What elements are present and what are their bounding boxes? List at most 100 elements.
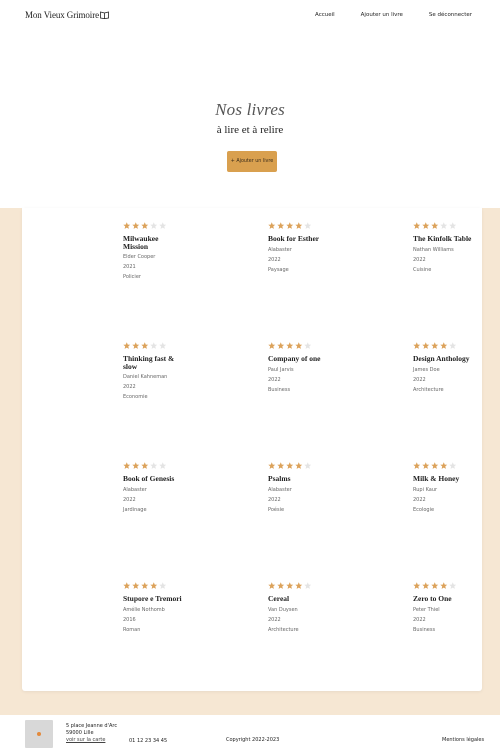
star-filled-icon: [141, 342, 149, 349]
rating-stars: [268, 582, 338, 590]
book-title: Book of Genesis: [123, 474, 175, 483]
book-genre: Architecture: [413, 386, 444, 393]
star-empty-icon: [159, 222, 167, 229]
book-logo-icon: [100, 11, 109, 21]
address-line-2: 59000 Lille: [66, 730, 94, 736]
star-empty-icon: [159, 462, 167, 469]
nav-link-deconnexion[interactable]: Se déconnecter: [429, 12, 472, 18]
star-filled-icon: [123, 462, 131, 469]
book-title: Milwaukee Mission: [123, 234, 159, 251]
book-author: Van Duysen: [268, 606, 298, 613]
book-year: 2022: [268, 496, 281, 503]
star-filled-icon: [431, 222, 439, 229]
book-card[interactable]: Company of one Paul Jarvis 2022 Business: [268, 342, 338, 393]
book-genre: Business: [413, 626, 436, 633]
footer: 5 place Jeanne d'Arc 59000 Lille voir su…: [0, 715, 500, 753]
map-thumbnail[interactable]: [25, 720, 53, 748]
star-filled-icon: [286, 582, 294, 589]
star-filled-icon: [422, 582, 430, 589]
star-filled-icon: [422, 342, 430, 349]
rating-stars: [123, 582, 193, 590]
book-card[interactable]: Cereal Van Duysen 2022 Architecture: [268, 582, 338, 633]
star-filled-icon: [132, 342, 140, 349]
book-year: 2022: [413, 616, 426, 623]
rating-stars: [123, 342, 193, 350]
star-filled-icon: [123, 582, 131, 589]
star-filled-icon: [150, 582, 158, 589]
site-logo[interactable]: Mon Vieux Grimoire: [25, 10, 109, 21]
book-card[interactable]: Milwaukee Mission Elder Cooper 2021 Policie…: [123, 222, 193, 280]
main-nav: Accueil Ajouter un livre Se déconnecter: [315, 12, 472, 18]
book-title: Milk & Honey: [413, 474, 460, 483]
star-filled-icon: [268, 582, 276, 589]
star-filled-icon: [295, 342, 303, 349]
star-filled-icon: [286, 222, 294, 229]
book-year: 2022: [268, 256, 281, 263]
book-card[interactable]: Zero to One Peter Thiel 2022 Business: [413, 582, 483, 633]
rating-stars: [123, 222, 193, 230]
book-card[interactable]: The Kinfolk Table Nathan Williams 2022 Cuis…: [413, 222, 483, 273]
book-card[interactable]: Psalms Alabaster 2022 Poésie: [268, 462, 338, 513]
nav-link-accueil[interactable]: Accueil: [315, 12, 335, 18]
book-title: Cereal: [268, 594, 290, 603]
rating-stars: [268, 462, 338, 470]
star-empty-icon: [304, 462, 312, 469]
star-filled-icon: [422, 462, 430, 469]
legal-link[interactable]: Mentions légales: [442, 737, 484, 743]
star-filled-icon: [277, 342, 285, 349]
star-empty-icon: [304, 582, 312, 589]
book-year: 2022: [413, 496, 426, 503]
book-author: Nathan Williams: [413, 246, 454, 253]
star-filled-icon: [413, 222, 421, 229]
book-author: Alabaster: [268, 486, 292, 493]
star-filled-icon: [295, 582, 303, 589]
page-subtitle: à lire et à relire: [216, 124, 284, 136]
book-year: 2022: [413, 256, 426, 263]
star-filled-icon: [277, 222, 285, 229]
rating-stars: [413, 582, 483, 590]
book-title: Book for Esther: [268, 234, 320, 243]
hero: Nos livres à lire et à relire: [0, 100, 500, 136]
book-card[interactable]: Thinking fast & slow Daniel Kahneman 2022 E…: [123, 342, 193, 400]
rating-stars: [268, 222, 338, 230]
star-filled-icon: [277, 462, 285, 469]
star-filled-icon: [431, 582, 439, 589]
book-author: Alabaster: [123, 486, 147, 493]
rating-stars: [413, 462, 483, 470]
map-link[interactable]: voir sur la carte: [66, 737, 117, 744]
book-card[interactable]: Stupore e Tremori Amélie Nothomb 2016 Roman: [123, 582, 193, 633]
star-filled-icon: [132, 582, 140, 589]
page-title: Nos livres: [215, 100, 285, 119]
star-filled-icon: [295, 462, 303, 469]
book-card[interactable]: Book of Genesis Alabaster 2022 Jardinage: [123, 462, 193, 513]
book-title: Stupore e Tremori: [123, 594, 182, 603]
rating-stars: [413, 222, 483, 230]
book-title: Company of one: [268, 354, 321, 363]
book-author: Daniel Kahneman: [123, 374, 168, 381]
book-card[interactable]: Book for Esther Alabaster 2022 Paysage: [268, 222, 338, 273]
star-empty-icon: [304, 222, 312, 229]
book-card[interactable]: Design Anthology James Doe 2022 Architectur…: [413, 342, 483, 393]
address-line-1: 5 place Jeanne d'Arc: [66, 723, 118, 729]
book-card[interactable]: Milk & Honey Rupi Kaur 2022 Ecologie: [413, 462, 483, 513]
book-genre: Paysage: [268, 266, 289, 273]
map-pin-icon: [37, 732, 41, 736]
star-empty-icon: [304, 342, 312, 349]
star-filled-icon: [123, 222, 131, 229]
nav-link-ajouter-livre[interactable]: Ajouter un livre: [361, 12, 403, 18]
book-title: The Kinfolk Table: [413, 234, 472, 243]
book-author: Amélie Nothomb: [123, 606, 165, 613]
book-genre: Roman: [123, 626, 141, 633]
star-filled-icon: [295, 222, 303, 229]
star-empty-icon: [150, 462, 158, 469]
star-empty-icon: [150, 222, 158, 229]
star-filled-icon: [440, 582, 448, 589]
header: Mon Vieux Grimoire Accueil Ajouter un li…: [0, 0, 500, 34]
star-filled-icon: [132, 222, 140, 229]
add-book-button[interactable]: + Ajouter un livre: [227, 151, 277, 172]
book-genre: Jardinage: [123, 506, 147, 513]
book-author: Elder Cooper: [123, 254, 156, 261]
star-empty-icon: [449, 222, 457, 229]
book-year: 2022: [413, 376, 426, 383]
star-empty-icon: [449, 342, 457, 349]
